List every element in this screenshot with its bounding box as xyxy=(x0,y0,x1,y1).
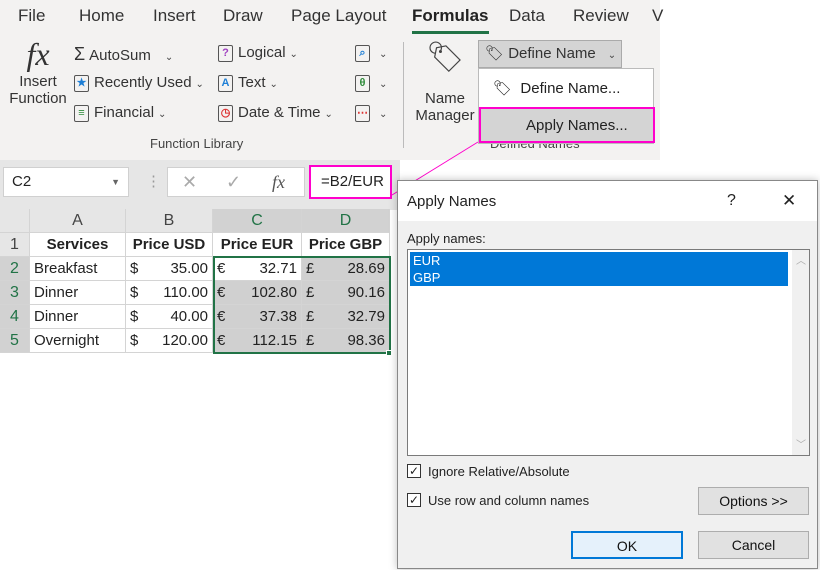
list-item-gbp[interactable]: GBP xyxy=(410,269,788,286)
help-button[interactable]: ? xyxy=(727,192,736,210)
ignore-relative-label: Ignore Relative/Absolute xyxy=(428,464,570,479)
scroll-up-icon[interactable]: ︿ xyxy=(796,252,806,267)
define-name-menu-label: Define Name... xyxy=(520,80,621,97)
cancel-button[interactable]: Cancel xyxy=(698,531,809,559)
close-button[interactable]: ✕ xyxy=(782,191,796,211)
use-row-col-label: Use row and column names xyxy=(428,493,590,508)
names-listbox[interactable]: EUR GBP ︿ ﹀ xyxy=(407,249,810,456)
apply-names-dialog: Apply Names ? ✕ Apply names: EUR GBP ︿ ﹀… xyxy=(397,180,818,569)
menu-item-apply-names[interactable]: Apply Names... xyxy=(479,107,655,143)
use-row-col-checkbox[interactable]: ✓ xyxy=(407,493,421,507)
menu-item-define-name[interactable]: 🏷 Define Name... xyxy=(493,79,620,97)
apply-names-label: Apply names: xyxy=(407,231,486,246)
define-name-dropdown: 🏷 Define Name... Apply Names... xyxy=(478,68,655,144)
scroll-down-icon[interactable]: ﹀ xyxy=(796,436,806,451)
tag-icon: 🏷 xyxy=(493,80,513,97)
options-button[interactable]: Options >> xyxy=(698,487,809,515)
list-item-eur[interactable]: EUR xyxy=(410,252,788,269)
ok-button[interactable]: OK xyxy=(571,531,683,559)
scrollbar[interactable]: ︿ ﹀ xyxy=(792,250,809,455)
dialog-title: Apply Names xyxy=(407,193,497,210)
ignore-relative-checkbox[interactable]: ✓ xyxy=(407,464,421,478)
dialog-titlebar: Apply Names ? ✕ xyxy=(398,181,817,221)
